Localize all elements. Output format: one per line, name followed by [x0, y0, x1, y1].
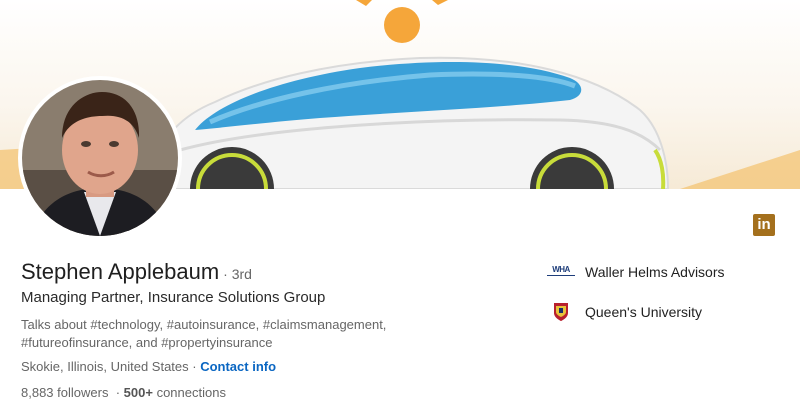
connection-degree: · 3rd	[223, 266, 252, 282]
company-name: Waller Helms Advisors	[585, 264, 725, 280]
waller-helms-logo-text: WHA	[552, 265, 570, 274]
avatar[interactable]	[22, 80, 178, 236]
connections-label[interactable]: connections	[157, 385, 226, 400]
school-name: Queen's University	[585, 304, 703, 320]
talks-about: Talks about #technology, #autoinsurance,…	[21, 317, 387, 350]
queens-university-crest-icon	[546, 302, 576, 322]
education-school[interactable]: Queen's University	[546, 302, 702, 322]
followers-count: 8,883 followers	[21, 385, 109, 400]
profile-photo	[22, 80, 178, 236]
contact-info-link[interactable]: Contact info	[200, 359, 276, 374]
location-text: Skokie, Illinois, United States ·	[21, 359, 197, 374]
connections-count[interactable]: 500+	[124, 385, 153, 400]
linkedin-icon[interactable]: in	[753, 214, 775, 236]
profile-headline: Managing Partner, Insurance Solutions Gr…	[21, 289, 326, 306]
name-row: Stephen Applebaum · 3rd	[21, 259, 252, 285]
network-stats: 8,883 followers · 500+ connections	[21, 385, 226, 400]
current-company[interactable]: WHA Waller Helms Advisors	[546, 264, 725, 280]
connections-separator: ·	[115, 385, 121, 400]
waller-helms-logo-icon: WHA	[546, 265, 576, 279]
location-row: Skokie, Illinois, United States · Contac…	[21, 359, 276, 374]
profile-name: Stephen Applebaum	[21, 259, 220, 284]
